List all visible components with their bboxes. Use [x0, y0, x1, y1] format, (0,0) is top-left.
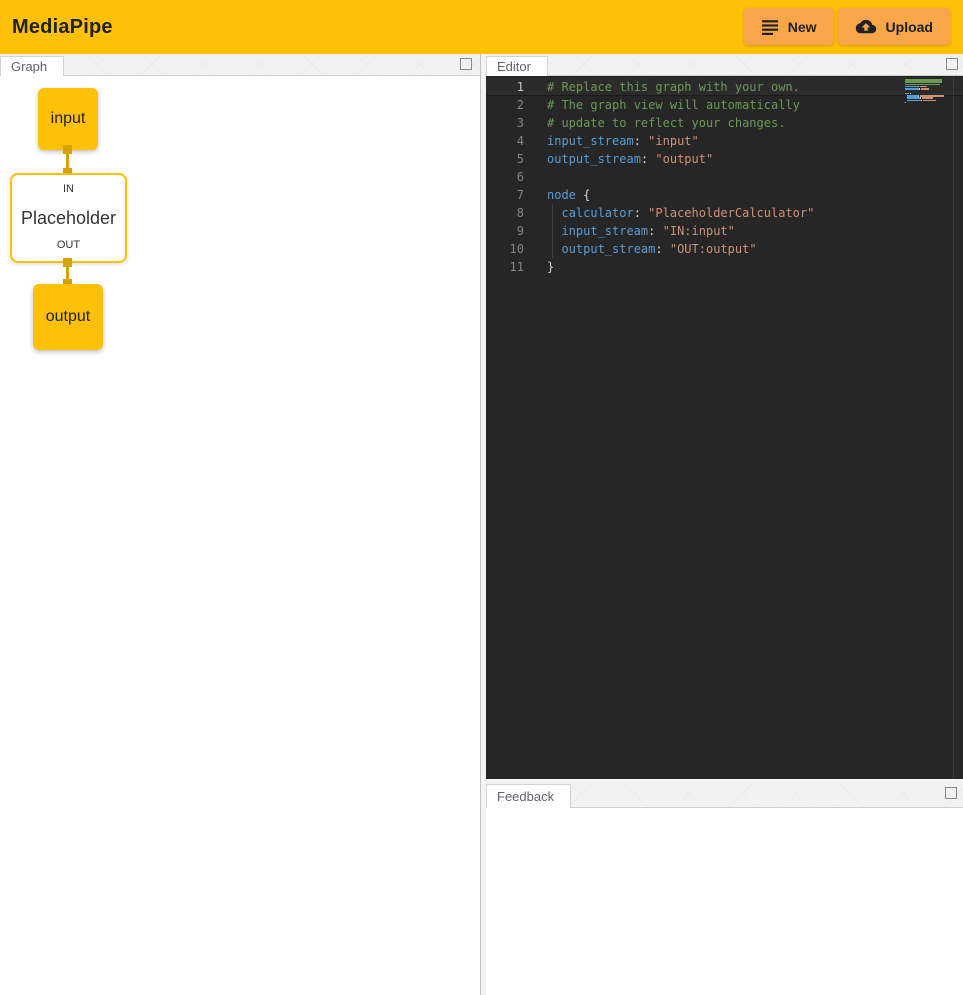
expand-panel-icon[interactable] — [460, 58, 472, 70]
line-number: 3 — [486, 114, 524, 132]
code-line[interactable]: 5 output_stream: "output" — [486, 150, 963, 168]
code-text: input_stream: "IN:input" — [547, 222, 735, 240]
code-area[interactable]: 1 # Replace this graph with your own. 2 # T… — [486, 78, 963, 276]
code-editor[interactable]: 1 # Replace this graph with your own. 2 # T… — [486, 76, 963, 779]
graph-node-placeholder-label: Placeholder — [21, 208, 116, 229]
code-text: # Replace this graph with your own. — [547, 78, 800, 96]
list-icon — [761, 18, 779, 36]
new-button-label: New — [788, 19, 817, 35]
minimap[interactable] — [905, 79, 949, 104]
code-line[interactable]: 11} — [486, 258, 963, 276]
line-number: 7 — [486, 186, 524, 204]
graph-panel-strip: Graph — [0, 54, 480, 76]
expand-panel-icon[interactable] — [946, 58, 958, 70]
code-text: # update to reflect your changes. — [547, 114, 785, 132]
code-line[interactable]: 2 # The graph view will automatically — [486, 96, 963, 114]
code-line[interactable]: 4 input_stream: "input" — [486, 132, 963, 150]
graph-node-output[interactable]: output — [33, 284, 103, 350]
upload-button-label: Upload — [886, 19, 933, 35]
tab-feedback[interactable]: Feedback — [486, 784, 571, 808]
line-number: 2 — [486, 96, 524, 114]
editor-panel: Editor 1 # Replace this graph with your o… — [486, 54, 963, 779]
line-number: 11 — [486, 258, 524, 276]
graph-panel: Graph input IN Placeholder OUT output — [0, 54, 481, 995]
code-text: # The graph view will automatically — [547, 96, 800, 114]
line-number: 1 — [486, 78, 524, 96]
graph-node-input-label: input — [51, 110, 86, 128]
line-number: 10 — [486, 240, 524, 258]
feedback-content — [486, 808, 963, 995]
line-number: 8 — [486, 204, 524, 222]
code-line[interactable]: 9 input_stream: "IN:input" — [486, 222, 963, 240]
code-line[interactable]: 10 output_stream: "OUT:output" — [486, 240, 963, 258]
feedback-panel: Feedback — [486, 781, 963, 995]
port-placeholder-out — [63, 258, 72, 267]
indent-guide — [552, 222, 553, 240]
header-buttons: New Upload — [744, 8, 950, 45]
editor-panel-strip: Editor — [486, 54, 963, 76]
code-line[interactable]: 6 — [486, 168, 963, 186]
tab-graph-label: Graph — [11, 59, 47, 74]
code-text: input_stream: "input" — [547, 132, 699, 150]
code-line[interactable]: 3 # update to reflect your changes. — [486, 114, 963, 132]
indent-guide — [552, 240, 553, 258]
graph-node-input[interactable]: input — [38, 88, 98, 150]
cloud-upload-icon — [855, 18, 877, 35]
line-number: 4 — [486, 132, 524, 150]
tab-feedback-label: Feedback — [497, 789, 554, 804]
code-line[interactable]: 7 node { — [486, 186, 963, 204]
line-number: 9 — [486, 222, 524, 240]
indent-guide — [552, 204, 553, 222]
line-number: 5 — [486, 150, 524, 168]
placeholder-in-port-label: IN — [12, 183, 125, 195]
graph-canvas[interactable]: input IN Placeholder OUT output — [0, 76, 480, 995]
tab-graph[interactable]: Graph — [0, 56, 64, 76]
tab-editor[interactable]: Editor — [486, 56, 548, 76]
upload-button[interactable]: Upload — [838, 8, 950, 45]
port-input-out — [63, 145, 72, 154]
overview-ruler — [953, 76, 954, 779]
code-line[interactable]: 1 # Replace this graph with your own. — [486, 78, 963, 96]
feedback-panel-strip: Feedback — [486, 781, 963, 808]
code-text: calculator: "PlaceholderCalculator" — [547, 204, 814, 222]
graph-node-output-label: output — [46, 308, 90, 326]
expand-panel-icon[interactable] — [945, 787, 957, 799]
app-header: MediaPipe New Upload — [0, 0, 963, 54]
app-title: MediaPipe — [12, 0, 113, 54]
code-text: } — [547, 258, 554, 276]
code-text: output_stream: "OUT:output" — [547, 240, 757, 258]
line-number: 6 — [486, 168, 524, 186]
code-text: node { — [547, 186, 590, 204]
placeholder-out-port-label: OUT — [12, 239, 125, 251]
graph-node-placeholder[interactable]: IN Placeholder OUT — [10, 173, 127, 263]
code-line[interactable]: 8 calculator: "PlaceholderCalculator" — [486, 204, 963, 222]
code-text: output_stream: "output" — [547, 150, 713, 168]
tab-editor-label: Editor — [497, 59, 531, 74]
new-button[interactable]: New — [744, 8, 834, 45]
